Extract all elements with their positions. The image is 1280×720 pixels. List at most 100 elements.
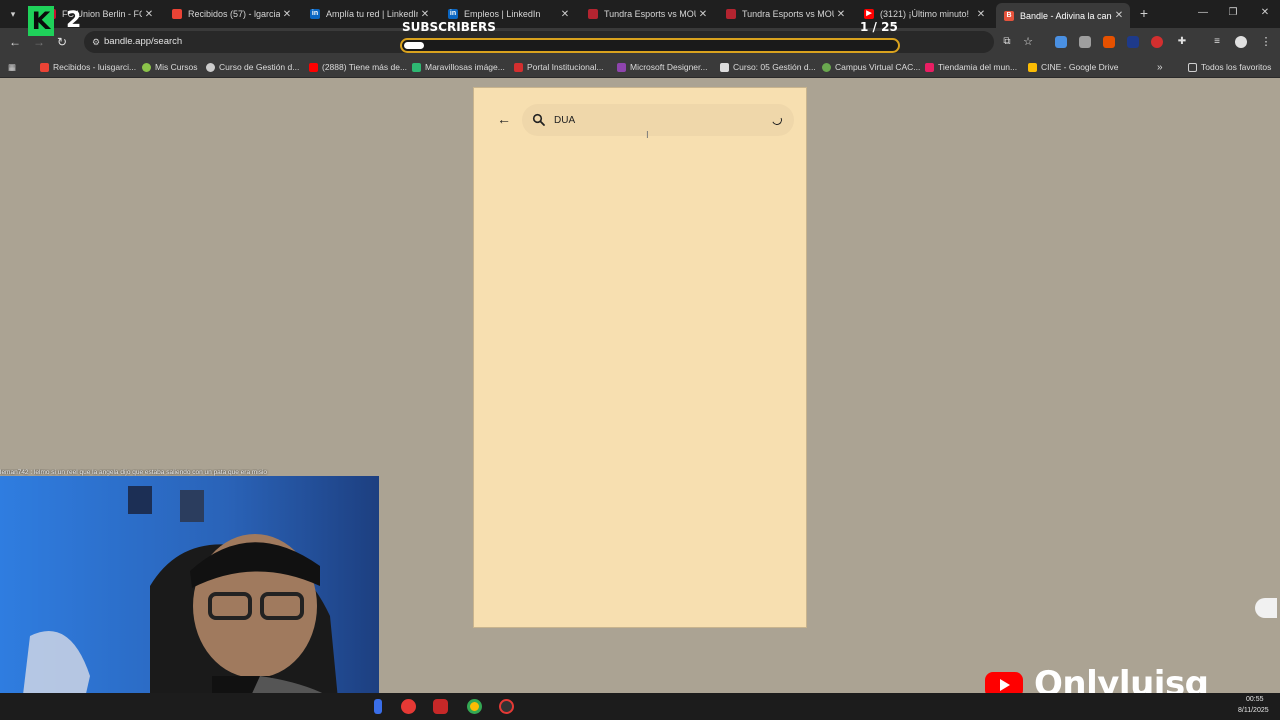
menu-kebab-icon[interactable]: ⋮ [1259, 35, 1273, 49]
profile-avatar[interactable] [1235, 36, 1247, 48]
url-text: bandle.app/search [104, 36, 183, 47]
bookmark-favicon [514, 62, 523, 72]
extension-icon[interactable] [1151, 36, 1163, 48]
clock-time: 00:55 [1246, 696, 1264, 703]
folder-icon [1188, 62, 1197, 72]
bookmark-label: Tiendamia del mun... [938, 62, 1018, 72]
bookmark-label: Recibidos - luisgarci... [53, 62, 137, 72]
tab-5[interactable]: Tundra Esports vs MOUZ ✕ [718, 4, 852, 24]
tab-favicon: B [1004, 10, 1014, 21]
tab-search-icon[interactable]: ▾ [6, 7, 20, 21]
bookmark-label: Maravillosas imáge... [425, 62, 505, 72]
bookmark-label: Curso: 05 Gestión d... [733, 62, 816, 72]
close-window-icon[interactable]: ✕ [1258, 6, 1272, 20]
tab-favicon: in [310, 9, 320, 19]
tab-7-active[interactable]: B Bandle - Adivina la canción ✕ [996, 3, 1130, 28]
song-search-input[interactable] [554, 111, 754, 129]
close-tab-icon[interactable]: ✕ [142, 9, 156, 20]
bookmark-label: (2888) Tiene más de... [322, 62, 408, 72]
bookmark-favicon [822, 62, 831, 72]
tab-title: Empleos | LinkedIn [464, 9, 541, 19]
close-tab-icon[interactable]: ✕ [558, 9, 572, 20]
tab-strip: ▾ FC Union Berlin - FC Ba ✕ Recibidos (5… [0, 0, 1280, 28]
bookmark-label: Microsoft Designer... [630, 62, 708, 72]
chrome-icon[interactable] [467, 699, 482, 714]
close-tab-icon[interactable]: ✕ [1112, 10, 1126, 21]
bookmark-item[interactable]: Maravillosas imáge... [412, 61, 505, 73]
back-arrow-icon[interactable]: ← [496, 111, 512, 127]
bookmark-item[interactable]: CINE - Google Drive [1028, 61, 1118, 73]
bookmark-favicon [1028, 62, 1037, 72]
bookmark-favicon [40, 62, 49, 72]
subscriber-goal-count: 1 / 25 [860, 20, 898, 34]
bookmark-item[interactable]: Tiendamia del mun... [925, 61, 1017, 73]
bookmark-label: Mis Cursos [155, 62, 198, 72]
bookmark-item[interactable]: Portal Institucional... [514, 61, 604, 73]
bookmark-item[interactable]: Mis Cursos [142, 61, 198, 73]
bookmark-label: Portal Institucional... [527, 62, 604, 72]
tab-4[interactable]: Tundra Esports vs MOUZ ✕ [580, 4, 714, 24]
close-tab-icon[interactable]: ✕ [280, 9, 294, 20]
windows-taskbar [0, 693, 1280, 720]
install-app-icon[interactable]: ⧉ [1000, 35, 1014, 49]
search-icon [532, 113, 545, 126]
bookmark-favicon [412, 62, 421, 72]
taskbar-app-icon[interactable] [433, 699, 448, 714]
subscriber-goal-progress-fill [404, 42, 424, 49]
subscriber-goal-label: SUBSCRIBERS [402, 20, 496, 34]
tab-favicon [172, 9, 182, 19]
clock-date: 8/11/2025 [1238, 707, 1269, 714]
webcam-feed [0, 476, 379, 720]
subscriber-goal-progress-bar [400, 38, 900, 53]
close-tab-icon[interactable]: ✕ [696, 9, 710, 20]
bookmark-item[interactable]: (2888) Tiene más de... [309, 61, 407, 73]
forward-icon[interactable]: → [32, 35, 46, 49]
all-bookmarks-label: Todos los favoritos [1201, 62, 1272, 72]
new-tab-icon[interactable]: + [1137, 6, 1151, 20]
tab-favicon [726, 9, 736, 19]
bookmark-label: CINE - Google Drive [1041, 62, 1119, 72]
extension-icon[interactable] [1055, 36, 1067, 48]
close-tab-icon[interactable]: ✕ [974, 9, 988, 20]
all-bookmarks-folder[interactable]: Todos los favoritos [1188, 61, 1271, 73]
taskbar-app-icon[interactable] [401, 699, 416, 714]
bandle-search-panel: ← [473, 87, 807, 628]
back-icon[interactable]: ← [8, 35, 22, 49]
close-tab-icon[interactable]: ✕ [418, 9, 432, 20]
bookmark-favicon [720, 62, 729, 72]
tab-title: Recibidos (57) - lgarciad [188, 9, 280, 19]
extension-icon[interactable] [1127, 36, 1139, 48]
bookmark-favicon [206, 62, 215, 72]
extension-icon[interactable] [1103, 36, 1115, 48]
bookmark-item[interactable]: Microsoft Designer... [617, 61, 707, 73]
tab-title: Tundra Esports vs MOUZ [604, 9, 696, 19]
taskbar-app-icon[interactable] [374, 699, 382, 714]
tab-title: Tundra Esports vs MOUZ [742, 9, 834, 19]
tab-title: Amplía tu red | LinkedIn [326, 9, 418, 19]
bookmark-item[interactable]: Curso: 05 Gestión d... [720, 61, 816, 73]
tab-title: (3121) ¡Último minuto! [880, 9, 970, 19]
stream-logo-number: 2 [66, 8, 82, 33]
bookmark-star-icon[interactable]: ☆ [1021, 35, 1035, 49]
site-info-icon[interactable]: ⚙ [90, 36, 102, 48]
extension-icon[interactable] [1079, 36, 1091, 48]
side-widget-icon[interactable] [1255, 598, 1277, 618]
tab-favicon: in [448, 9, 458, 19]
more-bookmarks-chevron-icon[interactable]: » [1157, 61, 1163, 73]
bookmark-item[interactable]: Recibidos - luisgarci... [40, 61, 136, 73]
reload-icon[interactable]: ↻ [55, 35, 69, 49]
stream-logo-letter: K [28, 6, 54, 36]
bookmark-item[interactable]: Curso de Gestión d... [206, 61, 299, 73]
taskbar-app-icon[interactable] [499, 699, 514, 714]
apps-grid-icon[interactable]: ▦ [8, 61, 16, 73]
minimize-icon[interactable]: — [1196, 6, 1210, 20]
bookmark-item[interactable]: Campus Virtual CAC... [822, 61, 920, 73]
extensions-puzzle-icon[interactable]: ✚ [1175, 35, 1189, 49]
media-control-icon[interactable]: ≡ [1210, 35, 1224, 49]
tab-title: Bandle - Adivina la canción [1020, 10, 1112, 21]
tab-1[interactable]: Recibidos (57) - lgarciad ✕ [164, 4, 298, 24]
song-search-bar[interactable] [522, 104, 794, 136]
bookmark-favicon [309, 62, 318, 72]
restore-icon[interactable]: ❐ [1226, 6, 1240, 20]
close-tab-icon[interactable]: ✕ [834, 9, 848, 20]
